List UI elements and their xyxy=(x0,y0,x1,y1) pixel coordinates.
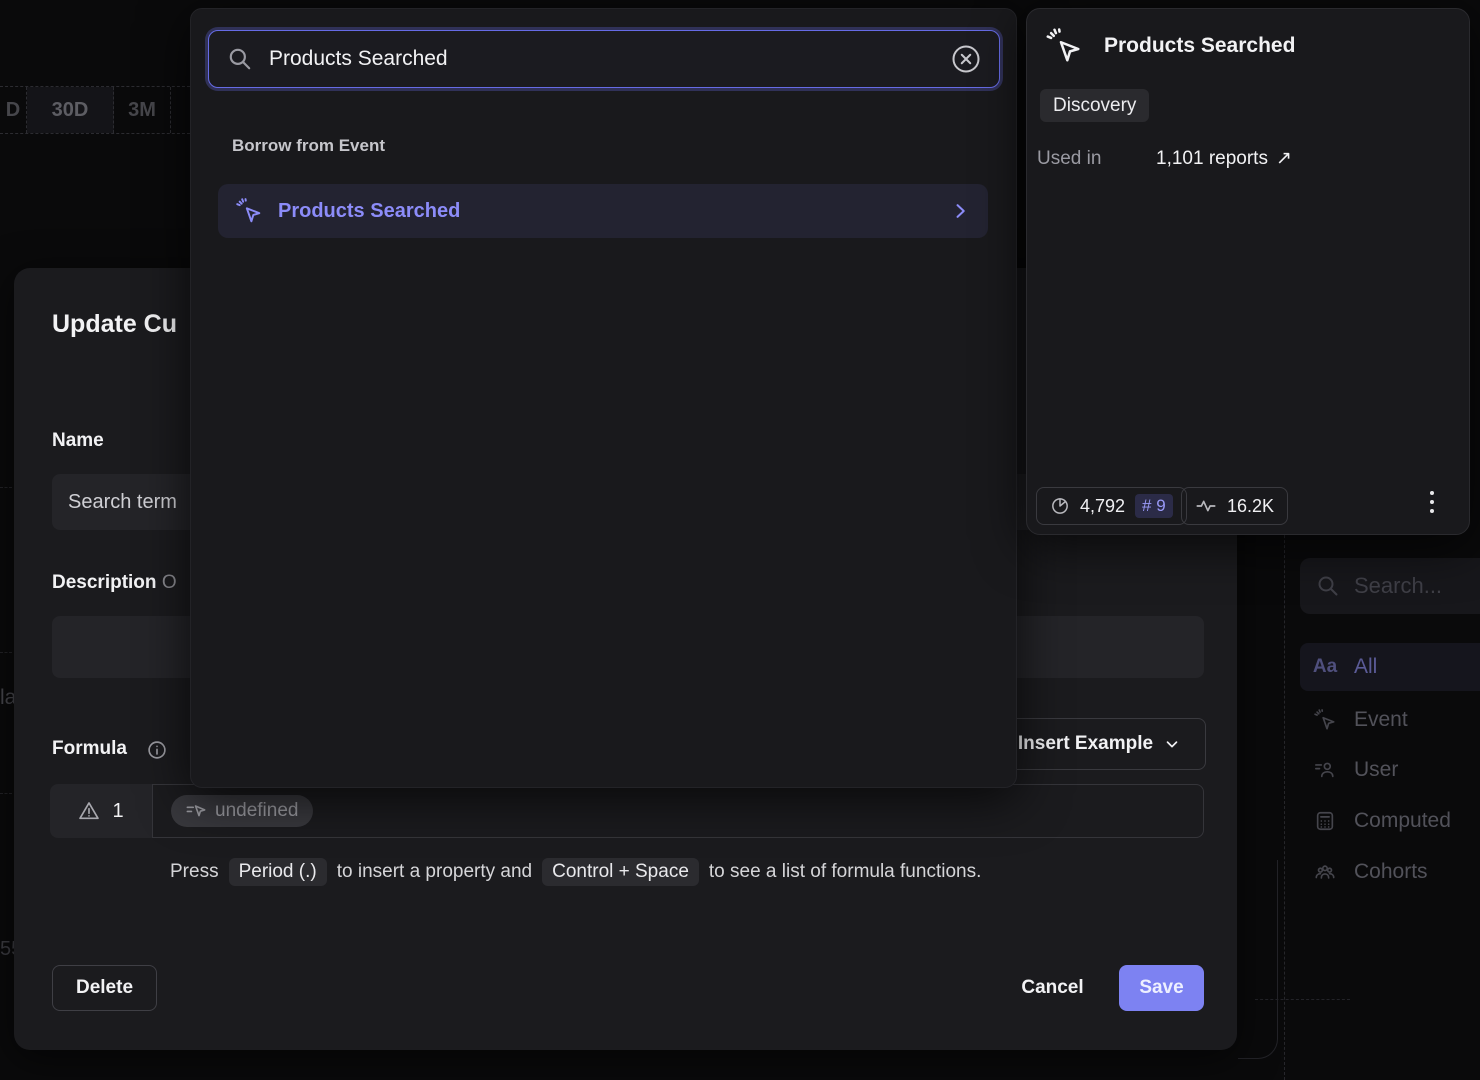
event-card-title: Products Searched xyxy=(1104,34,1295,58)
sidebar-item-computed[interactable]: Computed xyxy=(1300,797,1480,845)
formula-label: Formula xyxy=(52,738,127,760)
background-gridline xyxy=(0,487,12,488)
sidebar-item-label: Computed xyxy=(1354,809,1451,833)
computed-icon xyxy=(1312,810,1338,832)
sidebar-item-label: Cohorts xyxy=(1354,860,1428,884)
description-optional-fragment: O xyxy=(162,572,177,593)
formula-warning-gutter: 1 xyxy=(50,784,152,838)
sidebar-item-cohorts[interactable]: Cohorts xyxy=(1300,848,1480,896)
sidebar-search-input[interactable]: Search... xyxy=(1300,558,1480,614)
save-button[interactable]: Save xyxy=(1119,965,1204,1011)
warning-count: 1 xyxy=(112,800,123,823)
time-range-bar: D 30D 3M xyxy=(0,86,190,134)
query-count-value: 4,792 xyxy=(1080,496,1125,517)
search-icon xyxy=(227,46,253,72)
formula-property-chip[interactable]: undefined xyxy=(171,795,313,827)
sidebar-item-label: User xyxy=(1354,758,1398,782)
clear-search-icon[interactable] xyxy=(951,44,981,74)
app-root: D 30D 3M lay 55 Search... Aa All Event xyxy=(0,0,1480,1080)
user-icon xyxy=(1312,759,1338,781)
aa-text-icon: Aa xyxy=(1312,656,1338,678)
event-icon xyxy=(1046,28,1082,64)
cohorts-icon xyxy=(1312,861,1338,883)
sidebar-item-user[interactable]: User xyxy=(1300,746,1480,794)
description-label: Description O xyxy=(52,572,177,594)
formula-hint: Press Period (.) to insert a property an… xyxy=(170,858,981,886)
warning-icon xyxy=(78,800,100,822)
sidebar-item-label: All xyxy=(1354,655,1377,679)
background-gridline xyxy=(0,793,12,794)
kbd-period: Period (.) xyxy=(229,858,327,886)
chevron-down-icon xyxy=(1163,735,1181,753)
info-icon[interactable] xyxy=(146,739,168,761)
event-detail-card xyxy=(1026,8,1470,535)
picker-result-products-searched[interactable]: Products Searched xyxy=(218,184,988,238)
used-in-label: Used in xyxy=(1037,148,1156,170)
cancel-button[interactable]: Cancel xyxy=(1005,965,1100,1011)
event-icon xyxy=(1312,709,1338,731)
picker-result-label: Products Searched xyxy=(278,200,934,223)
search-icon xyxy=(1316,574,1340,598)
event-property-icon xyxy=(186,801,206,821)
sidebar-item-event[interactable]: Event xyxy=(1300,696,1480,744)
name-value: Search term xyxy=(68,491,177,514)
picker-search-input[interactable]: Products Searched xyxy=(208,30,1000,88)
sidebar-item-label: Event xyxy=(1354,708,1408,732)
time-range-3m-button[interactable]: 3M xyxy=(114,87,171,133)
background-gridline xyxy=(0,652,12,653)
volume-value: 16.2K xyxy=(1227,496,1274,517)
used-in-reports-link[interactable]: 1,101 reports ↗ xyxy=(1156,147,1292,170)
rank-badge: # 9 xyxy=(1135,494,1173,518)
formula-chip-label: undefined xyxy=(215,800,298,822)
property-picker-overlay xyxy=(190,8,1017,788)
sidebar-search-placeholder: Search... xyxy=(1354,573,1442,599)
event-card-header: Products Searched xyxy=(1046,28,1295,64)
borrow-from-event-label: Borrow from Event xyxy=(232,136,385,156)
category-badge: Discovery xyxy=(1040,89,1149,122)
name-label: Name xyxy=(52,430,104,452)
modal-title: Update Cu xyxy=(52,310,177,339)
insert-example-button[interactable]: Insert Example xyxy=(993,718,1206,770)
insert-example-label: Insert Example xyxy=(1018,733,1153,755)
background-panel-corner xyxy=(1238,860,1278,1059)
chevron-right-icon xyxy=(950,201,970,221)
delete-button[interactable]: Delete xyxy=(52,965,157,1011)
query-count-pill[interactable]: 4,792 # 9 xyxy=(1036,487,1187,525)
volume-pill[interactable]: 16.2K xyxy=(1181,487,1288,525)
kebab-menu-icon[interactable] xyxy=(1424,491,1440,513)
formula-input[interactable]: undefined xyxy=(152,784,1204,838)
event-icon xyxy=(236,198,262,224)
used-in-row: Used in 1,101 reports ↗ xyxy=(1037,147,1292,170)
activity-icon xyxy=(1195,495,1217,517)
time-range-30d-button[interactable]: 30D xyxy=(27,87,114,133)
kbd-control-space: Control + Space xyxy=(542,858,699,886)
external-link-arrow-icon: ↗ xyxy=(1276,147,1292,170)
sidebar-item-all[interactable]: Aa All xyxy=(1300,643,1480,691)
pie-chart-icon xyxy=(1050,496,1070,516)
picker-search-value: Products Searched xyxy=(269,47,935,71)
time-range-7d-button[interactable]: D xyxy=(0,87,27,133)
